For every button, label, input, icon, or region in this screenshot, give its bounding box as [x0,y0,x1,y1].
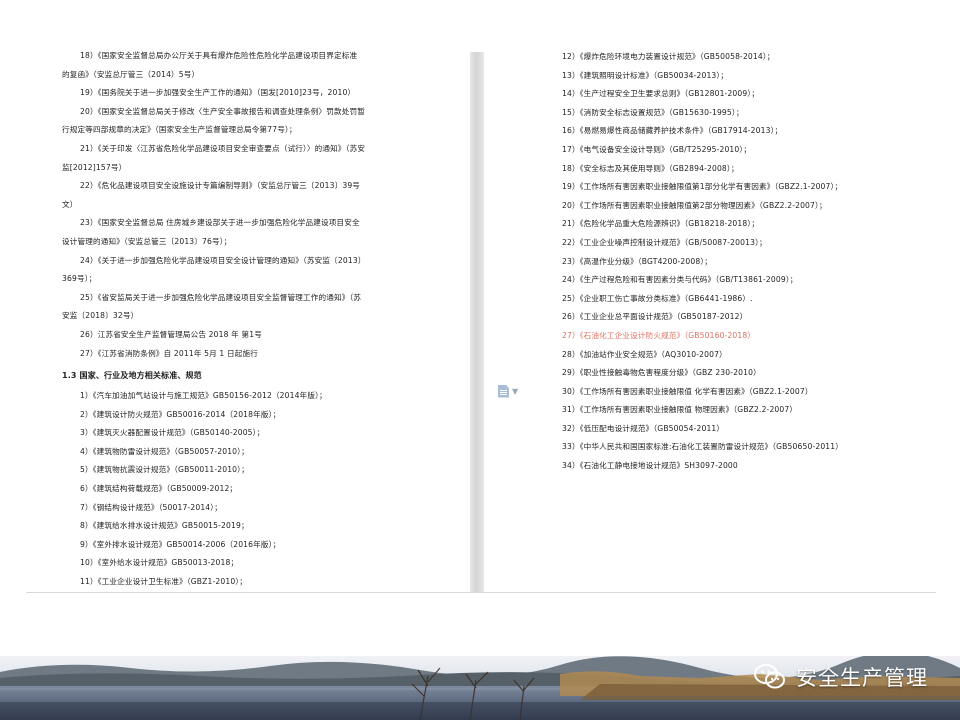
left-page-line: 监[2012]157号） [62,162,127,172]
left-page-line: 1）《汽车加油加气站设计与施工规范》GB50156-2012（2014年版）； [80,391,327,401]
document-sheet-icon [498,384,509,398]
left-page-line: 7）《钢结构设计规范》（50017-2014）； [80,502,222,512]
left-page-line: 25）《省安监局关于进一步加强危险化学品建设项目安全监督管理工作的通知》（苏 [80,292,362,302]
right-page-line: 23）《高温作业分级》（BGT4200-2008）； [562,256,713,266]
left-page-line: 23）《国家安全监督总局 住房城乡建设部关于进一步加强危险化学品建设项目安全 [80,218,360,228]
right-page-line: 25）《企业职工伤亡事故分类标准》（GB6441-1986）. [562,293,753,303]
document-icon[interactable]: ▼ [498,382,528,400]
page-gutter [470,52,484,592]
left-page-lines: 18）《国家安全监督总局办公厅关于具有爆炸危险性危险化学品建设项目界定标准的复函… [26,47,470,592]
left-page-line: 设计管理的通知》（安监总管三〔2013〕76号）； [62,236,232,246]
right-page-line: 17）《电气设备安全设计导则》（GB/T25295-2010）； [562,144,752,154]
left-page-line: 369号）； [62,274,97,284]
left-page-line: 21）《关于印发〈江苏省危险化学品建设项目安全审查要点（试行）〉的通知》（苏安 [80,143,366,153]
document-page-left: 18）《国家安全监督总局办公厅关于具有爆炸危险性危险化学品建设项目界定标准的复函… [26,40,470,592]
right-page-line: 15）《消防安全标志设置规范》（GB15630-1995）； [562,107,744,117]
left-page-line: 行规定等四部规章的决定》（国家安全生产监督管理总局令第77号）； [62,125,297,135]
left-page-line: 18）《国家安全监督总局办公厅关于具有爆炸危险性危险化学品建设项目界定标准 [80,51,358,60]
left-page-line: 20）《国家安全监督总局关于修改〈生产安全事故报告和调查处理条例〉罚款处罚暂 [80,106,365,116]
left-page-line: 9）《室外排水设计规范》GB50014-2006（2016年版）； [80,539,281,549]
right-page-line: 29）《职业性接触毒物危害程度分级》（GBZ 230-2010） [562,368,761,378]
right-page-line: 31）《工作场所有害因素职业接触限值 物理因素》（GBZ2.2-2007） [562,405,798,415]
left-page-line: 安监〔2018〕32号） [62,311,139,321]
left-page-line: 文） [62,199,78,209]
left-page-line: 5）《建筑物抗震设计规范》（GB50011-2010）； [80,465,249,475]
right-page-line: 33）《中华人民共和国国家标准:石油化工装置防雷设计规范》（GB50650-20… [562,442,844,452]
right-page-line: 12）《爆炸危险环境电力装置设计规范》（GB50058-2014）； [562,52,775,61]
watermark-text: 安全生产管理 [796,666,928,690]
chevron-down-icon: ▼ [512,386,519,396]
right-page-line: 18）《安全标志及其使用导则》（GB2894-2008）； [562,163,739,173]
left-page-line: 6）《建筑结构荷载规范》（GB50009-2012； [80,484,238,494]
section-heading: 1.3 国家、行业及地方相关标准、规范 [62,371,202,381]
right-page-line: 26）《工业企业总平面设计规范》（GB50187-2012） [562,312,748,322]
right-page-line: 27）《石油化工企业设计防火规范》（GB50160-2018） [562,330,756,340]
right-page-line: 16）《易燃易爆性商品储藏养护技术条件》（GB17914-2013）； [562,126,783,136]
watermark: 安全生产管理 [754,662,928,692]
left-page-line: 8）《建筑给水排水设计规范》GB50015-2019； [80,521,249,531]
left-page-line: 26）江苏省安全生产监督管理局公告 2018 年 第1号 [80,329,262,339]
wechat-icon [754,664,785,689]
right-page-line: 13）《建筑照明设计标准》（GB50034-2013）； [562,70,729,80]
left-page-line: 19）《国务院关于进一步加强安全生产工作的通知》（国发[2010]23号，201… [80,88,356,98]
left-page-line: 4）《建筑物防雷设计规范》（GB50057-2010）； [80,446,249,456]
right-page-lines: 12）《爆炸危险环境电力装置设计规范》（GB50058-2014）； 13）《建筑… [484,48,936,476]
right-page-line: 22）《工业企业噪声控制设计规范》（GB/50087-20013）； [562,237,767,247]
right-page-line: 32）《低压配电设计规范》（GB50054-2011） [562,423,725,433]
right-page-line: 30）《工作场所有害因素职业接触限值 化学有害因素》（GBZ2.1-2007） [562,386,813,396]
left-page-line: 24）《关于进一步加强危险化学品建设项目安全设计管理的通知》（苏安监〔2013〕 [80,255,366,265]
right-page-line: 19）《工作场所有害因素职业接触限值第1部分化学有害因素》（GBZ2.1-200… [562,182,843,192]
left-page-line: 10）《室外给水设计规范》GB50013-2018； [80,558,239,568]
document-page-right: 12）《爆炸危险环境电力装置设计规范》（GB50058-2014）； 13）《建筑… [484,40,936,592]
right-page-line: 28）《加油站作业安全规范》（AQ3010-2007） [562,349,727,359]
right-page-line: 24）《生产过程危险和有害因素分类与代码》（GB/T13861-2009）； [562,275,798,285]
page-bottom-rule [26,592,936,593]
right-page-line: 20）《工作场所有害因素职业接触限值第2部分物理因素》（GBZ2.2-2007）… [562,200,827,210]
right-page-line: 21）《危险化学品重大危险源辨识》（GB18218-2018）； [562,219,760,229]
right-page-line: 34）《石油化工静电接地设计规范》SH3097-2000 [562,461,738,471]
left-page-line: 3）《建筑灭火器配置设计规范》（GB50140-2005）； [80,428,265,438]
left-page-line: 22）《危化品建设项目安全设施设计专篇编制导则》（安监总厅管三〔2013〕39号 [80,181,361,191]
left-page-line: 11）《工业企业设计卫生标准》（GBZ1-2010）； [80,577,248,587]
left-page-line: 2）《建筑设计防火规范》GB50016-2014（2018年版）； [80,409,281,419]
left-page-line: 27）《江苏省消防条例》自 2011年 5月 1 日起施行 [80,348,258,358]
right-page-line: 14）《生产过程安全卫生要求总则》（GB12801-2009）； [562,89,760,99]
left-page-line: 的复函》（安监总厅管三（2014）5号） [62,69,200,79]
